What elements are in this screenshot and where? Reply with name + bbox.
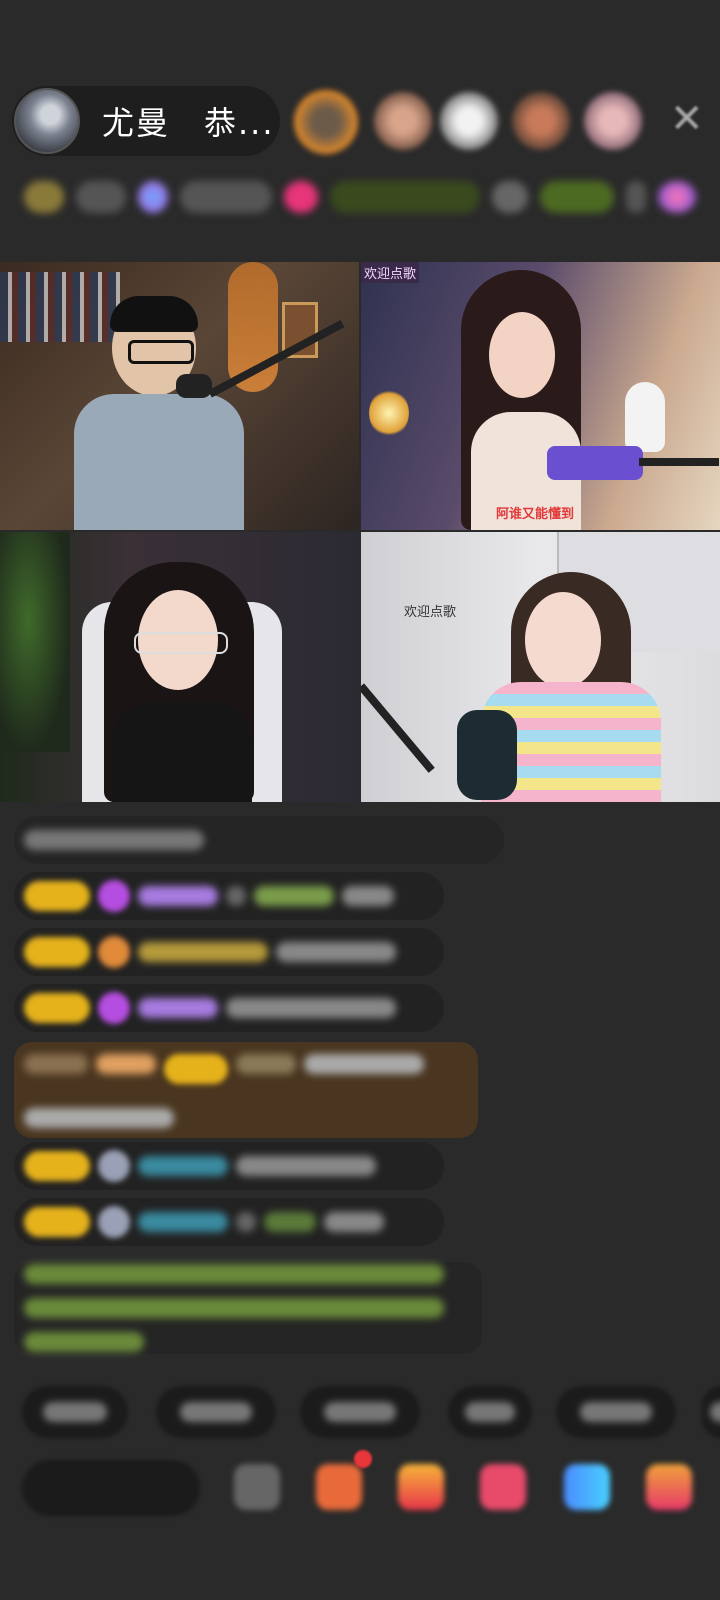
video-tile-guest-1[interactable]: 欢迎点歌 阿谁又能懂到 bbox=[361, 262, 720, 530]
viewer-avatar[interactable] bbox=[374, 92, 432, 150]
gem-icon bbox=[98, 992, 130, 1024]
chat-message bbox=[14, 928, 444, 976]
video-grid: 欢迎点歌 阿谁又能懂到 欢迎点歌 bbox=[0, 262, 720, 802]
chat-message bbox=[14, 1142, 444, 1190]
chat-input[interactable] bbox=[22, 1460, 200, 1516]
chat-message-highlight bbox=[14, 1042, 478, 1138]
chat-message bbox=[14, 984, 444, 1032]
video-tile-guest-2[interactable] bbox=[0, 532, 359, 802]
host-info-pill[interactable]: 尤曼 恭... bbox=[12, 86, 280, 156]
more-icon[interactable] bbox=[646, 1464, 692, 1510]
level-badge bbox=[24, 993, 90, 1023]
badge-icon bbox=[98, 936, 130, 968]
quick-reply-button[interactable] bbox=[22, 1386, 128, 1438]
gem-icon bbox=[98, 880, 130, 912]
level-badge bbox=[24, 1151, 90, 1181]
chat-message bbox=[14, 872, 444, 920]
level-badge bbox=[24, 1207, 90, 1237]
quick-reply-button[interactable] bbox=[156, 1386, 276, 1438]
host-name: 尤曼 恭... bbox=[102, 104, 275, 142]
host-avatar[interactable] bbox=[14, 88, 80, 154]
quick-reply-button[interactable] bbox=[702, 1386, 720, 1438]
notification-dot bbox=[354, 1450, 372, 1468]
room-info-row bbox=[24, 174, 698, 220]
tile-caption: 阿谁又能懂到 bbox=[496, 507, 575, 522]
system-notice bbox=[14, 1262, 482, 1354]
tile-caption: 欢迎点歌 bbox=[361, 262, 420, 283]
viewer-avatar[interactable] bbox=[294, 90, 358, 154]
close-icon[interactable]: ✕ bbox=[670, 96, 704, 142]
emoji-icon[interactable] bbox=[234, 1464, 280, 1510]
game-icon[interactable] bbox=[564, 1464, 610, 1510]
quick-reply-button[interactable] bbox=[448, 1386, 532, 1438]
gift-box-icon[interactable] bbox=[316, 1464, 362, 1510]
chat-message bbox=[14, 1198, 444, 1246]
heart-icon[interactable] bbox=[480, 1464, 526, 1510]
level-badge bbox=[164, 1054, 228, 1084]
avatar bbox=[98, 1150, 130, 1182]
video-tile-host[interactable] bbox=[0, 262, 359, 530]
quick-reply-button[interactable] bbox=[556, 1386, 676, 1438]
tile-caption: 欢迎点歌 bbox=[404, 605, 457, 620]
quick-reply-button[interactable] bbox=[300, 1386, 420, 1438]
level-badge bbox=[24, 937, 90, 967]
gift-icon[interactable] bbox=[398, 1464, 444, 1510]
avatar bbox=[98, 1206, 130, 1238]
level-badge bbox=[24, 881, 90, 911]
viewer-avatar[interactable] bbox=[512, 92, 570, 150]
viewer-avatar[interactable] bbox=[584, 92, 642, 150]
viewer-avatar[interactable] bbox=[440, 92, 498, 150]
video-tile-guest-3[interactable]: 欢迎点歌 bbox=[361, 532, 720, 802]
chat-message bbox=[14, 816, 504, 864]
